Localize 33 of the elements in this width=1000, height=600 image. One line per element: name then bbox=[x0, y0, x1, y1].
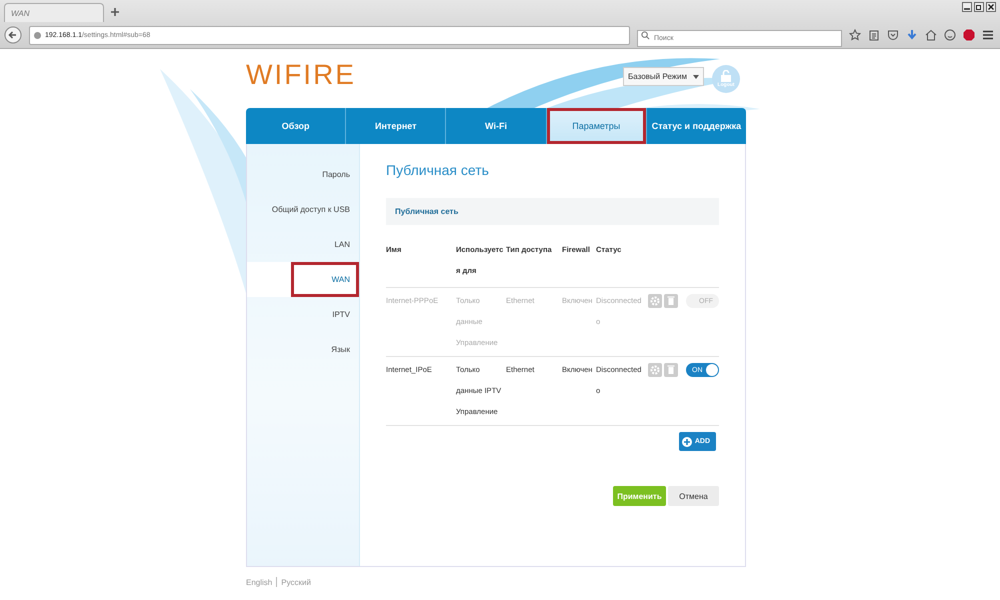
cancel-button[interactable]: Отмена bbox=[668, 486, 719, 506]
section-header: Публичная сеть bbox=[386, 198, 719, 225]
sidebar-item[interactable]: Пароль bbox=[247, 157, 359, 192]
minimize-icon[interactable] bbox=[962, 2, 972, 12]
close-icon[interactable] bbox=[986, 2, 996, 12]
nav-tab[interactable]: Параметры bbox=[546, 108, 647, 144]
sidebar-item[interactable]: IPTV bbox=[247, 297, 359, 332]
stop-sign-icon[interactable] bbox=[963, 29, 975, 41]
browser-tab[interactable]: WAN bbox=[4, 3, 104, 22]
language-link[interactable]: English bbox=[246, 578, 272, 586]
nav-tab[interactable]: Статус и поддержка bbox=[646, 108, 746, 144]
apply-button[interactable]: Применить bbox=[613, 486, 666, 506]
download-icon[interactable] bbox=[906, 29, 918, 41]
lock-icon bbox=[721, 70, 731, 82]
logo: WIFIRE bbox=[246, 58, 356, 90]
star-icon[interactable] bbox=[849, 29, 861, 41]
search-icon bbox=[641, 30, 650, 40]
new-tab-icon[interactable] bbox=[110, 7, 120, 17]
back-icon[interactable] bbox=[4, 26, 22, 44]
clipboard-icon[interactable] bbox=[868, 29, 880, 41]
smiley-icon[interactable] bbox=[944, 29, 956, 41]
sidebar-item[interactable]: LAN bbox=[247, 227, 359, 262]
plus-icon bbox=[682, 436, 692, 446]
page-title: Публичная сеть bbox=[386, 162, 490, 180]
restore-icon[interactable] bbox=[974, 2, 984, 12]
sidebar-item[interactable]: Общий доступ к USB bbox=[247, 192, 359, 227]
menu-icon[interactable] bbox=[982, 29, 994, 41]
home-icon[interactable] bbox=[925, 29, 937, 41]
sidebar-item[interactable]: Язык bbox=[247, 332, 359, 367]
pocket-icon[interactable] bbox=[887, 29, 899, 41]
sidebar-item[interactable]: WAN bbox=[247, 262, 359, 297]
language-link[interactable]: Русский bbox=[281, 578, 311, 586]
mode-dropdown[interactable]: Базовый Режим bbox=[623, 67, 704, 86]
